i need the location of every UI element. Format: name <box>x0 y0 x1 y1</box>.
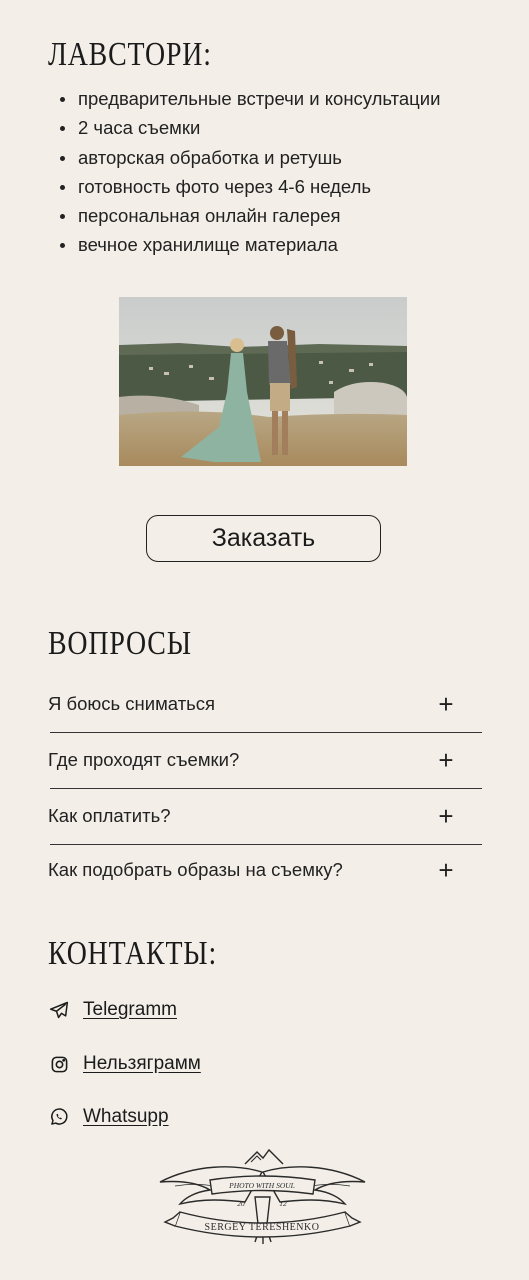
plus-icon[interactable]: + <box>434 745 458 776</box>
feature-item: 2 часа съемки <box>60 113 440 142</box>
feature-item: персональная онлайн галерея <box>60 201 440 230</box>
feature-item: предварительные встречи и консультации <box>60 84 440 113</box>
telegram-link[interactable]: Telegramm <box>83 999 177 1021</box>
telegram-icon <box>48 999 70 1021</box>
contacts-title: КОНТАКТЫ: <box>48 935 218 972</box>
faq-question: Как подобрать образы на съемку? <box>48 859 343 880</box>
contact-whatsapp[interactable]: Whatsupp <box>48 1102 169 1132</box>
faq-question: Как оплатить? <box>48 805 171 826</box>
features-list: предварительные встречи и консультации 2… <box>60 84 440 260</box>
faq-item[interactable]: Как оплатить? + <box>48 788 482 844</box>
instagram-icon <box>48 1053 70 1075</box>
feature-item: вечное хранилище материала <box>60 230 440 259</box>
faq-title: ВОПРОСЫ <box>48 625 192 662</box>
couple-photo <box>119 297 407 466</box>
whatsapp-link[interactable]: Whatsupp <box>83 1106 169 1128</box>
logo-tagline: PHOTO WITH SOUL <box>228 1181 295 1190</box>
order-button[interactable]: Заказать <box>146 515 381 562</box>
lovestory-title: ЛАВСТОРИ: <box>48 36 212 73</box>
feature-item: авторская обработка и ретушь <box>60 143 440 172</box>
plus-icon[interactable]: + <box>434 801 458 832</box>
faq-item[interactable]: Я боюсь сниматься + <box>48 676 482 732</box>
faq-item[interactable]: Как подобрать образы на съемку? + <box>48 842 482 898</box>
logo-name: SERGEY TERESHENKO <box>205 1222 320 1233</box>
brand-logo: PHOTO WITH SOUL 20 12 SERGEY TERESHENKO <box>155 1142 370 1262</box>
logo-year-right: 12 <box>279 1199 287 1208</box>
faq-question: Я боюсь сниматься <box>48 693 216 714</box>
faq-question: Где проходят съемки? <box>48 749 240 770</box>
plus-icon[interactable]: + <box>434 689 458 720</box>
instagram-link[interactable]: Нельзяграмм <box>83 1053 201 1075</box>
contact-telegram[interactable]: Telegramm <box>48 995 177 1025</box>
logo-year-left: 20 <box>237 1199 245 1208</box>
contact-instagram[interactable]: Нельзяграмм <box>48 1049 201 1079</box>
feature-item: готовность фото через 4-6 недель <box>60 172 440 201</box>
faq-item[interactable]: Где проходят съемки? + <box>48 732 482 788</box>
plus-icon[interactable]: + <box>434 855 458 886</box>
whatsapp-icon <box>48 1106 70 1128</box>
